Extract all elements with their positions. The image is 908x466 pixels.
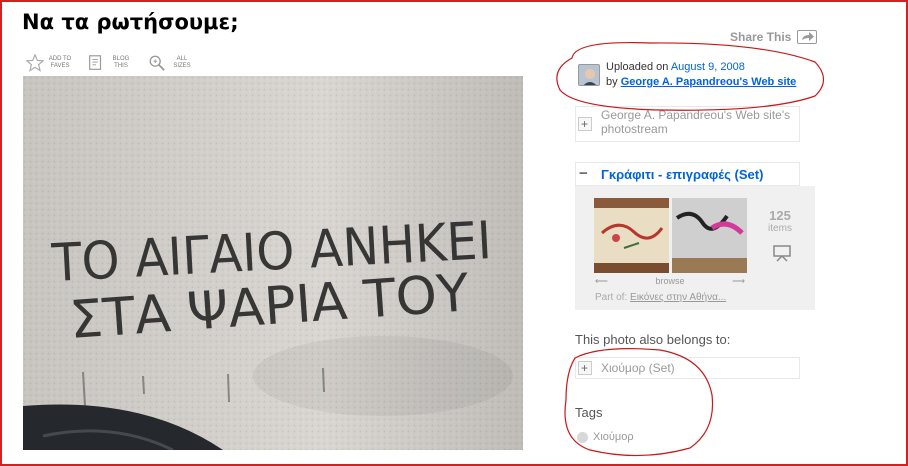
- owner-link[interactable]: George A. Papandreou's Web site: [621, 76, 797, 88]
- plus-icon: +: [577, 117, 592, 131]
- share-this-label: Share This: [730, 30, 792, 44]
- add-to-faves-button[interactable]: ADD TO FAVES: [26, 54, 73, 72]
- tag-label[interactable]: Χιούμορ: [593, 431, 634, 443]
- photostream-context[interactable]: + George A. Papandreou's Web site's phot…: [575, 106, 800, 142]
- star-icon: [26, 54, 44, 72]
- by-label: by: [606, 76, 618, 88]
- main-photo[interactable]: ΤΟ ΑΙΓΑΙΟ ΑΝΗΚΕΙ ΣΤΑ ΨΑΡΙΑ ΤΟΥ: [23, 76, 523, 450]
- set-preview: 125 items ⟵ browse ⟶ Part of: Εικόνες στ…: [575, 186, 815, 310]
- tag-item[interactable]: Χιούμορ: [577, 431, 634, 443]
- uploader-info: Uploaded on August 9, 2008 by George A. …: [578, 60, 796, 90]
- prev-arrow-icon[interactable]: ⟵: [595, 276, 608, 287]
- set-name-link[interactable]: Γκράφιτι - επιγραφές (Set): [601, 167, 763, 182]
- part-of-label: Part of:: [595, 292, 628, 303]
- expand-humor-set[interactable]: +: [576, 358, 593, 378]
- zoom-icon: [149, 55, 165, 71]
- expand-photostream[interactable]: +: [576, 107, 593, 141]
- collapse-set-icon[interactable]: −: [579, 165, 588, 182]
- all-sizes-label: ALL SIZES: [173, 56, 191, 69]
- set-thumbnail-prev[interactable]: [594, 198, 669, 273]
- upload-date[interactable]: August 9, 2008: [671, 61, 745, 73]
- set-count-number: 125: [769, 208, 791, 223]
- set-item-count: 125 items: [765, 208, 795, 234]
- photo-toolbar: ADD TO FAVES BLOG THIS ALL SIZES: [26, 54, 195, 72]
- browse-link[interactable]: browse: [655, 276, 684, 287]
- tag-bullet-icon: [577, 431, 588, 443]
- uploaded-on-label: Uploaded on: [606, 61, 669, 73]
- next-arrow-icon[interactable]: ⟶: [732, 276, 745, 287]
- page-title: Να τα ρωτήσουμε;: [22, 10, 239, 34]
- add-to-faves-label: ADD TO FAVES: [48, 56, 72, 69]
- humor-set-context[interactable]: + Χιούμορ (Set): [575, 357, 800, 379]
- blog-this-button[interactable]: BLOG THIS: [87, 54, 134, 72]
- uploader-text: Uploaded on August 9, 2008 by George A. …: [606, 60, 796, 90]
- plus-icon: +: [577, 361, 592, 375]
- slideshow-icon[interactable]: [772, 244, 792, 262]
- set-header[interactable]: − Γκράφιτι - επιγραφές (Set): [575, 162, 800, 186]
- also-belongs-heading: This photo also belongs to:: [575, 332, 731, 347]
- share-this-button[interactable]: Share This: [730, 30, 818, 44]
- collection-link[interactable]: Εικόνες στην Αθήνα...: [630, 292, 726, 303]
- avatar[interactable]: [578, 64, 600, 86]
- share-arrow-icon: [797, 30, 818, 44]
- blog-icon: [89, 55, 102, 70]
- set-count-label: items: [768, 223, 792, 234]
- set-nav: ⟵ browse ⟶: [595, 276, 745, 287]
- humor-set-link[interactable]: Χιούμορ (Set): [601, 361, 675, 375]
- tags-heading: Tags: [575, 405, 603, 420]
- blog-this-label: BLOG THIS: [112, 56, 130, 69]
- graffiti-photo: ΤΟ ΑΙΓΑΙΟ ΑΝΗΚΕΙ ΣΤΑ ΨΑΡΙΑ ΤΟΥ: [23, 76, 523, 450]
- photostream-label[interactable]: George A. Papandreou's Web site's photos…: [601, 108, 801, 136]
- part-of: Part of: Εικόνες στην Αθήνα...: [595, 292, 726, 303]
- set-thumbnail-next[interactable]: [672, 198, 747, 273]
- all-sizes-button[interactable]: ALL SIZES: [148, 54, 195, 72]
